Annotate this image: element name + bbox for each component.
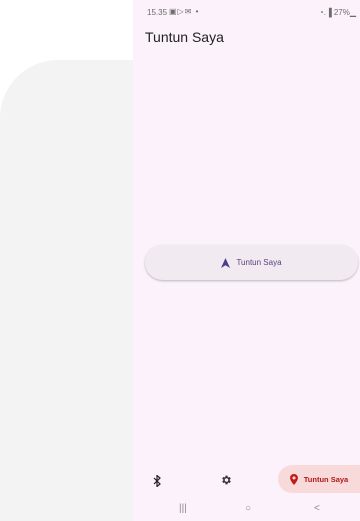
recents-button[interactable]: ||| <box>179 503 187 514</box>
follow-me-button-label: Tuntun Saya <box>236 258 282 267</box>
bottom-follow-me-label: Tuntun Saya <box>303 474 349 484</box>
status-bar: 15.35 ▣▷✉ • ◔.▐ 27%▁ <box>133 0 360 22</box>
bottom-bar: Tuntun Saya <box>133 465 360 495</box>
app-title: Tuntun Saya <box>145 29 224 45</box>
phone-screen: 15.35 ▣▷✉ • ◔.▐ 27%▁ Tuntun Saya Tuntun … <box>133 0 360 521</box>
status-signal-battery: ◔.▐ 27%▁ <box>318 8 356 17</box>
bottom-follow-me-button[interactable]: Tuntun Saya <box>278 465 360 493</box>
status-time: 15.35 <box>147 8 168 17</box>
home-button[interactable]: ○ <box>245 503 251 514</box>
status-notification-icons: ▣▷✉ • <box>169 7 200 16</box>
gear-icon[interactable] <box>220 473 232 491</box>
navigation-arrow-icon <box>221 257 231 268</box>
system-nav-bar: ||| ○ < <box>133 498 360 521</box>
back-button[interactable]: < <box>314 503 320 514</box>
follow-me-button[interactable]: Tuntun Saya <box>145 245 358 280</box>
location-pin-icon <box>289 473 298 485</box>
bluetooth-icon[interactable] <box>153 474 161 492</box>
